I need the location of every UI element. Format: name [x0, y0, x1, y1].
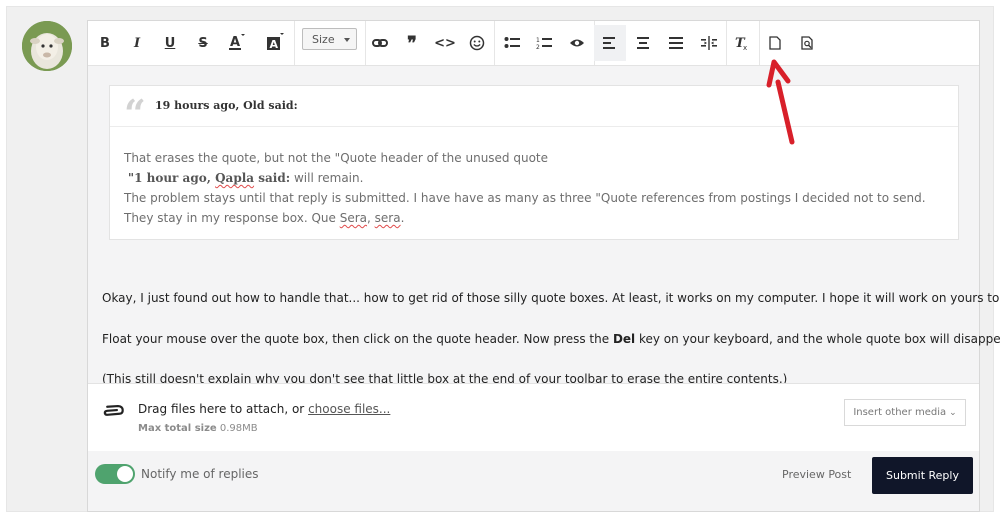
- bold-button[interactable]: B: [89, 25, 121, 61]
- svg-text:A: A: [230, 35, 240, 50]
- quote-text: ,: [367, 211, 375, 225]
- bold-icon: B: [100, 35, 110, 51]
- remove-format-button[interactable]: Tx: [726, 25, 758, 61]
- toolbar-separator: [294, 21, 295, 65]
- quote-icon: ❞: [407, 32, 417, 54]
- italic-button[interactable]: I: [121, 25, 153, 61]
- emoji-button[interactable]: [461, 25, 493, 61]
- remove-format-icon: Tx: [735, 36, 747, 51]
- align-center-icon: [637, 37, 649, 49]
- key-name: Del: [612, 332, 636, 346]
- attachment-area[interactable]: Drag files here to attach, or choose fil…: [88, 383, 979, 452]
- numbered-list-button[interactable]: 12: [528, 25, 560, 61]
- underline-button[interactable]: U: [154, 25, 186, 61]
- submit-reply-button[interactable]: Submit Reply: [872, 457, 973, 494]
- quote-text: The problem stays until that reply is su…: [124, 191, 926, 225]
- align-left-button[interactable]: [594, 25, 626, 61]
- align-justify-button[interactable]: [660, 25, 692, 61]
- svg-text:1: 1: [536, 37, 540, 44]
- misspelled-word: sera: [374, 211, 401, 225]
- max-size-text: Max total size 0.98MB: [138, 423, 258, 434]
- paragraph-text: Float your mouse over the quote box, the…: [102, 332, 613, 346]
- align-left-icon: [603, 37, 615, 49]
- font-color-button[interactable]: A: [220, 25, 252, 61]
- font-size-label: Size: [312, 32, 335, 46]
- reply-editor: B I U S A A Size ❞ <> 12 T x “ 19 hours …: [87, 20, 1000, 512]
- editor-toolbar: B I U S A A Size ❞ <> 12 T x: [88, 21, 979, 66]
- quote-header[interactable]: “ 19 hours ago, Old said:: [110, 86, 958, 133]
- strikethrough-icon: S: [198, 35, 208, 51]
- notify-toggle[interactable]: [95, 464, 135, 484]
- insert-media-button[interactable]: Insert other media ⌄: [844, 399, 966, 426]
- quote-line: That erases the quote, but not the "Quot…: [124, 151, 549, 165]
- insert-media-label: Insert other media: [853, 407, 947, 418]
- paperclip-icon: [103, 404, 124, 416]
- background-color-icon: A: [267, 33, 284, 51]
- choose-files-link[interactable]: choose files...: [308, 402, 390, 416]
- bulleted-list-icon: [504, 37, 520, 48]
- preview-post-button[interactable]: Preview Post: [782, 468, 851, 481]
- quote-text: .: [400, 211, 405, 225]
- paragraph: Float your mouse over the quote box, the…: [102, 332, 1000, 346]
- spoiler-button[interactable]: [561, 25, 593, 61]
- quote-line: The problem stays until that reply is su…: [124, 188, 946, 228]
- quote-body: That erases the quote, but not the "Quot…: [124, 148, 946, 228]
- nested-cite-suffix: said:: [254, 171, 291, 185]
- chevron-down-icon: ⌄: [949, 407, 957, 418]
- avatar[interactable]: [22, 21, 72, 71]
- nested-cite-prefix: "1 hour ago,: [127, 171, 216, 185]
- chevron-down-icon: [344, 38, 350, 42]
- svg-text:2: 2: [536, 44, 540, 50]
- font-size-select[interactable]: Size: [302, 28, 357, 50]
- code-icon: <>: [434, 35, 456, 51]
- document-icon: [769, 36, 781, 50]
- svg-text:A: A: [270, 38, 279, 51]
- preview-button[interactable]: [792, 25, 824, 61]
- max-size-label: Max total size: [138, 423, 217, 434]
- max-size-value: 0.98MB: [216, 423, 258, 434]
- drag-label: Drag files here to attach, or: [138, 402, 309, 416]
- editor-content[interactable]: “ 19 hours ago, Old said: That erases th…: [88, 66, 1000, 386]
- quote-icon: “: [124, 91, 146, 136]
- numbered-list-icon: 12: [536, 37, 552, 50]
- toggle-knob: [117, 466, 133, 482]
- align-split-icon: [701, 36, 717, 50]
- emoji-icon: [469, 35, 485, 51]
- strikethrough-button[interactable]: S: [187, 25, 219, 61]
- quote-box[interactable]: “ 19 hours ago, Old said: That erases th…: [109, 85, 959, 240]
- nested-cite-rest: will remain.: [290, 171, 364, 185]
- toolbar-separator: [494, 21, 495, 65]
- underline-icon: U: [164, 35, 176, 51]
- nested-cite-name: Qapla: [215, 171, 255, 185]
- paragraph-text: key on your keyboard, and the whole quot…: [635, 332, 1000, 346]
- quote-button[interactable]: ❞: [396, 25, 428, 61]
- link-icon: [372, 39, 388, 47]
- align-split-button[interactable]: [693, 25, 725, 61]
- align-justify-icon: [669, 37, 683, 49]
- notify-label[interactable]: Notify me of replies: [141, 467, 259, 481]
- new-document-button[interactable]: [759, 25, 791, 61]
- italic-icon: I: [133, 35, 141, 51]
- quote-citation: 19 hours ago, Old said:: [155, 99, 298, 112]
- paragraph: Okay, I just found out how to handle tha…: [102, 291, 1000, 305]
- reply-footer: Notify me of replies Preview Post Submit…: [88, 451, 979, 511]
- nested-quote-citation: "1 hour ago, Qapla said: will remain.: [124, 168, 946, 188]
- eye-icon: [570, 39, 584, 47]
- bulleted-list-button[interactable]: [496, 25, 528, 61]
- drag-files-text: Drag files here to attach, or choose fil…: [138, 402, 390, 416]
- misspelled-word: Sera: [339, 211, 368, 225]
- svg-text:x: x: [743, 44, 747, 51]
- code-button[interactable]: <>: [429, 25, 461, 61]
- link-button[interactable]: [364, 25, 396, 61]
- align-center-button[interactable]: [627, 25, 659, 61]
- preview-icon: [801, 36, 813, 50]
- font-color-icon: A: [229, 34, 245, 50]
- background-color-button[interactable]: A: [258, 25, 290, 61]
